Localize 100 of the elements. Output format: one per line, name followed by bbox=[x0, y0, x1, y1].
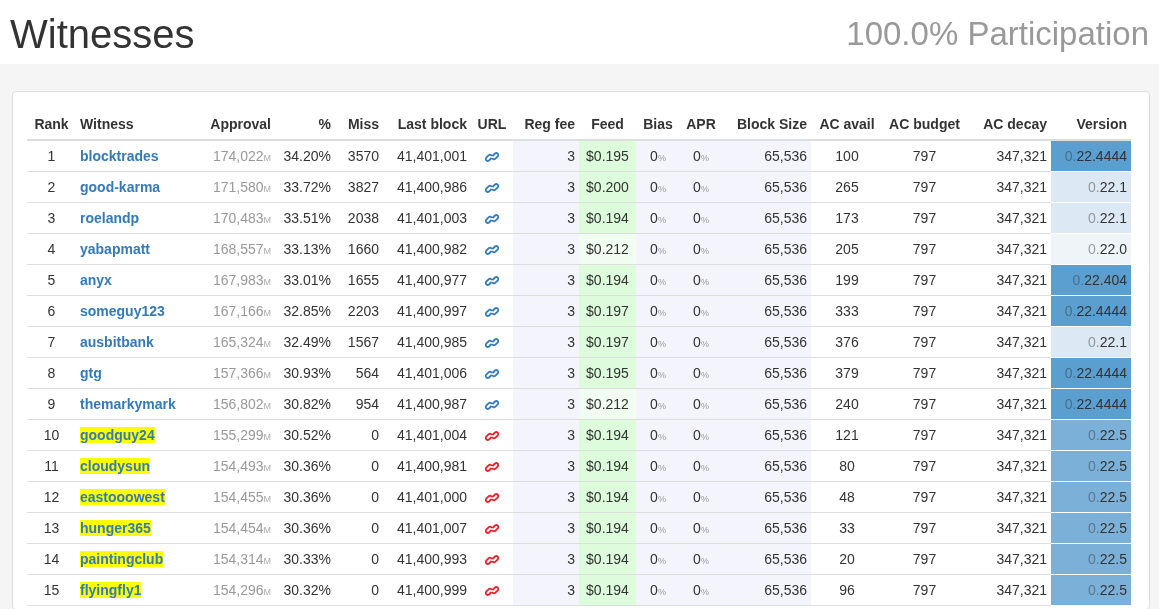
ac-budget-text: 797 bbox=[912, 396, 937, 412]
percent-text: 32.49% bbox=[283, 334, 331, 350]
miss-text: 3827 bbox=[347, 179, 379, 195]
reg-fee-text: 3 bbox=[567, 272, 575, 288]
miss-text: 1655 bbox=[347, 272, 379, 288]
page-title: Witnesses bbox=[10, 11, 195, 57]
witness-link[interactable]: flyingfly1 bbox=[80, 582, 142, 598]
percent-text: 33.13% bbox=[283, 241, 331, 257]
approval-text: 155,299M bbox=[212, 427, 271, 443]
miss-text: 0 bbox=[371, 520, 379, 536]
bias-text: 0% bbox=[650, 551, 666, 567]
ac-decay-text: 347,321 bbox=[996, 427, 1047, 443]
column-header: AC avail bbox=[819, 116, 875, 132]
ac-budget-text: 797 bbox=[912, 334, 937, 350]
witness-link[interactable]: goodguy24 bbox=[80, 427, 155, 443]
witness-link[interactable]: eastooowest bbox=[80, 489, 165, 505]
ac-avail-text: 379 bbox=[835, 365, 859, 381]
ac-budget-text: 797 bbox=[912, 272, 937, 288]
approval-text: 167,983M bbox=[212, 272, 271, 288]
apr-text: 0% bbox=[693, 458, 709, 474]
column-header: Version bbox=[1076, 116, 1127, 132]
block-size-text: 65,536 bbox=[764, 427, 807, 443]
ac-decay-text: 347,321 bbox=[996, 396, 1047, 412]
last-block-text: 41,401,004 bbox=[396, 427, 467, 443]
last-block-text: 41,400,985 bbox=[396, 334, 467, 350]
version-cell: 0.22.404 bbox=[1051, 264, 1131, 296]
miss-text: 0 bbox=[371, 551, 379, 567]
reg-fee-text: 3 bbox=[567, 148, 575, 164]
apr-text: 0% bbox=[693, 334, 709, 350]
column-header: Rank bbox=[34, 116, 69, 132]
feed-cell: $0.194 bbox=[579, 512, 636, 544]
column-header: AC decay bbox=[983, 116, 1047, 132]
percent-text: 32.85% bbox=[283, 303, 331, 319]
reg-fee-text: 3 bbox=[567, 489, 575, 505]
block-size-text: 65,536 bbox=[764, 334, 807, 350]
feed-cell: $0.194 bbox=[579, 419, 636, 451]
miss-text: 2203 bbox=[347, 303, 379, 319]
column-header: Bias bbox=[643, 116, 673, 132]
percent-text: 33.72% bbox=[283, 179, 331, 195]
witness-link[interactable]: ausbitbank bbox=[80, 334, 154, 350]
column-header: Witness bbox=[80, 116, 134, 132]
version-cell: 0.22.4444 bbox=[1051, 388, 1131, 420]
column-header: % bbox=[318, 116, 331, 132]
witness-link[interactable]: paintingclub bbox=[80, 551, 164, 567]
block-size-text: 65,536 bbox=[764, 179, 807, 195]
percent-text: 30.52% bbox=[283, 427, 331, 443]
miss-text: 1660 bbox=[347, 241, 379, 257]
witness-link[interactable]: good-karma bbox=[80, 179, 161, 195]
approval-text: 154,454M bbox=[212, 520, 271, 536]
block-size-text: 65,536 bbox=[764, 272, 807, 288]
column-header: Miss bbox=[347, 116, 379, 132]
witness-link[interactable]: anyx bbox=[80, 272, 112, 288]
column-header: URL bbox=[477, 116, 507, 132]
feed-cell: $0.197 bbox=[579, 295, 636, 327]
bias-text: 0% bbox=[650, 427, 666, 443]
approval-text: 154,314M bbox=[212, 551, 271, 567]
column-header: Block Size bbox=[736, 116, 807, 132]
rank-text: 12 bbox=[43, 489, 60, 505]
percent-text: 33.01% bbox=[283, 272, 331, 288]
ac-budget-text: 797 bbox=[912, 179, 937, 195]
column-header: Approval bbox=[210, 116, 271, 132]
witness-link[interactable]: someguy123 bbox=[80, 303, 165, 319]
version-cell: 0.22.5 bbox=[1051, 450, 1131, 482]
witness-link[interactable]: yabapmatt bbox=[80, 241, 151, 257]
bias-text: 0% bbox=[650, 334, 666, 350]
rank-text: 11 bbox=[44, 458, 59, 474]
approval-text: 165,324M bbox=[212, 334, 271, 350]
approval-text: 154,455M bbox=[212, 489, 271, 505]
ac-decay-text: 347,321 bbox=[996, 520, 1047, 536]
witness-link[interactable]: gtg bbox=[80, 365, 102, 381]
reg-fee-text: 3 bbox=[567, 520, 575, 536]
witness-link[interactable]: cloudysun bbox=[80, 458, 150, 474]
bias-text: 0% bbox=[650, 396, 666, 412]
miss-text: 0 bbox=[371, 489, 379, 505]
ac-avail-text: 20 bbox=[839, 551, 855, 567]
last-block-text: 41,401,006 bbox=[396, 365, 467, 381]
ac-avail-text: 33 bbox=[839, 520, 855, 536]
version-cell: 0.22.4444 bbox=[1051, 140, 1131, 172]
ac-budget-text: 797 bbox=[912, 365, 937, 381]
reg-fee-text: 3 bbox=[567, 458, 575, 474]
witness-link[interactable]: roelandp bbox=[80, 210, 140, 226]
apr-text: 0% bbox=[693, 210, 709, 226]
ac-avail-text: 173 bbox=[835, 210, 859, 226]
ac-decay-text: 347,321 bbox=[996, 365, 1047, 381]
version-cell: 0.22.4444 bbox=[1051, 357, 1131, 389]
apr-text: 0% bbox=[693, 303, 709, 319]
witness-link[interactable]: themarkymark bbox=[80, 396, 176, 412]
witness-link[interactable]: hunger365 bbox=[80, 520, 151, 536]
percent-text: 30.82% bbox=[283, 396, 331, 412]
reg-fee-text: 3 bbox=[567, 241, 575, 257]
reg-fee-text: 3 bbox=[567, 365, 575, 381]
apr-text: 0% bbox=[693, 551, 709, 567]
miss-text: 2038 bbox=[347, 210, 379, 226]
version-cell: 0.22.5 bbox=[1051, 481, 1131, 513]
ac-avail-text: 333 bbox=[835, 303, 859, 319]
column-header: Last block bbox=[397, 116, 467, 132]
ac-decay-text: 347,321 bbox=[996, 458, 1047, 474]
witness-link[interactable]: blocktrades bbox=[80, 148, 159, 164]
rank-text: 5 bbox=[47, 272, 56, 288]
version-cell: 0.22.1 bbox=[1051, 202, 1131, 234]
